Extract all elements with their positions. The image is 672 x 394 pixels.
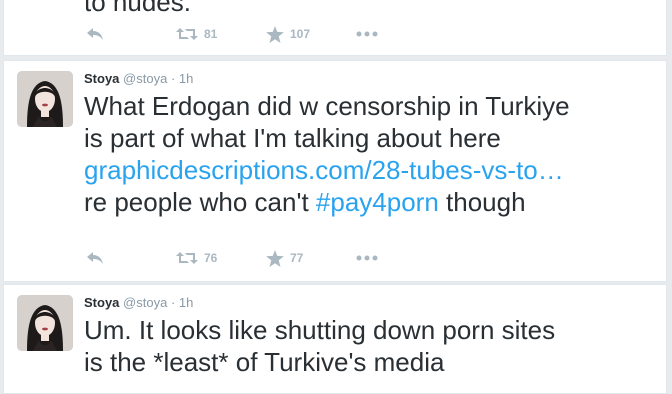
tweet-card-1: to nudes. 81 107 [3, 0, 667, 56]
avatar[interactable] [17, 295, 73, 351]
retweet-icon [176, 252, 198, 264]
favorite-count: 77 [290, 251, 304, 265]
reply-button[interactable] [86, 25, 104, 43]
reply-button[interactable] [86, 249, 104, 267]
tweet-text-line: is the *least* of Turkive's media [84, 347, 445, 377]
more-dots-icon [356, 255, 378, 261]
tweet-text-line: is part of what I'm talking about here [84, 123, 501, 153]
more-button[interactable] [356, 25, 378, 43]
retweet-button[interactable]: 81 [176, 25, 217, 43]
tweet-header: Stoya @stoya · 1h [84, 295, 193, 311]
author-name[interactable]: Stoya [84, 295, 119, 310]
header-separator: · [170, 71, 176, 86]
tweet-text-fragment: though [438, 187, 526, 217]
avatar[interactable] [17, 71, 73, 127]
tweet-link[interactable]: graphicdescriptions.com/28-tubes-vs-to… [84, 155, 564, 185]
tweet-text-partial: to nudes. [84, 0, 191, 17]
hashtag-link[interactable]: #pay4porn [316, 187, 439, 217]
retweet-count: 81 [204, 27, 218, 41]
favorite-count: 107 [290, 27, 311, 41]
author-name[interactable]: Stoya [84, 71, 119, 86]
tweet-time[interactable]: 1h [179, 71, 193, 86]
tweet-text-fragment: re people who can't [84, 187, 316, 217]
more-dots-icon [356, 31, 378, 37]
author-handle[interactable]: @stoya [123, 295, 167, 310]
star-icon [266, 25, 284, 43]
header-separator: · [170, 295, 176, 310]
tweet-text-line: Um. It looks like shutting down porn sit… [84, 315, 556, 345]
favorite-button[interactable]: 77 [266, 249, 303, 267]
tweet-header: Stoya @stoya · 1h [84, 71, 193, 87]
author-handle[interactable]: @stoya [123, 71, 167, 86]
tweet-text: Um. It looks like shutting down porn sit… [84, 314, 664, 378]
tweet-text-line: What Erdogan did w censorship in Turkiye [84, 91, 570, 121]
more-button[interactable] [356, 249, 378, 267]
tweet-text: What Erdogan did w censorship in Turkiye… [84, 90, 664, 218]
reply-icon [87, 28, 103, 40]
reply-icon [87, 252, 103, 264]
star-icon [266, 249, 284, 267]
retweet-count: 76 [204, 251, 218, 265]
tweet-card-2[interactable]: Stoya @stoya · 1h What Erdogan did w cen… [3, 60, 667, 282]
retweet-button[interactable]: 76 [176, 249, 217, 267]
avatar-image [17, 71, 73, 127]
avatar-image [17, 295, 73, 351]
favorite-button[interactable]: 107 [266, 25, 310, 43]
retweet-icon [176, 28, 198, 40]
tweet-time[interactable]: 1h [179, 295, 193, 310]
